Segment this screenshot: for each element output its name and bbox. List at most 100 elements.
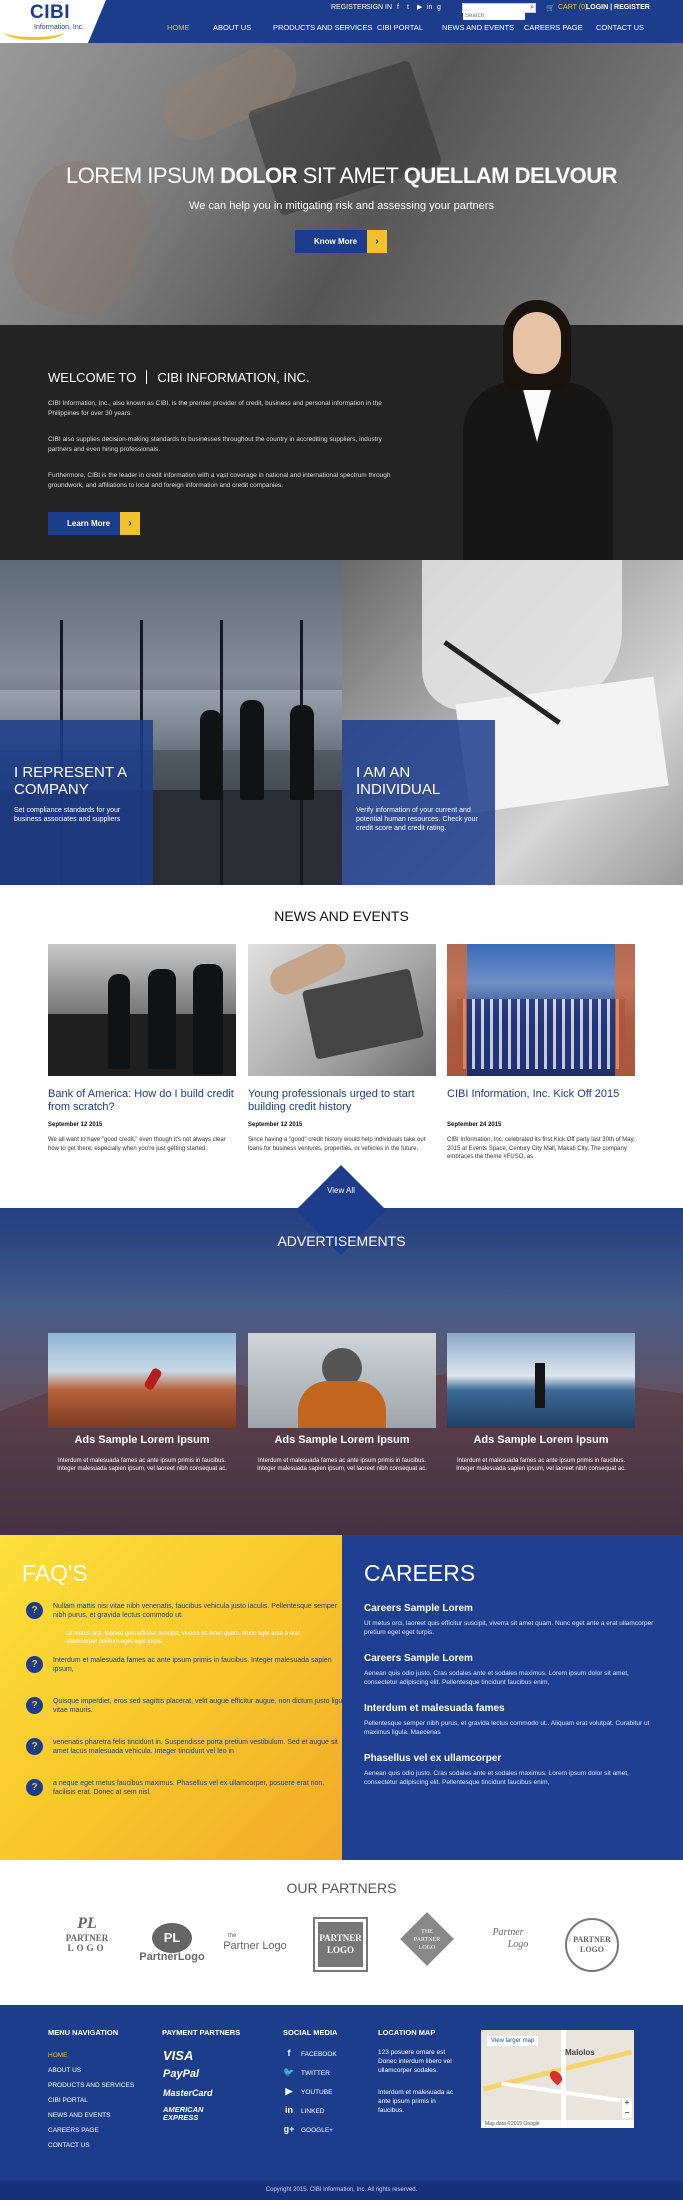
title-separator [146,370,148,384]
careers-title: CAREERS [364,1560,476,1586]
footer-facebook[interactable]: f FACEBOOK [283,2048,337,2058]
partner-logo-5[interactable]: THE PARTNER LOGO [396,1912,456,1975]
partner-logo-text: LOGO [326,1945,354,1955]
welcome-title: WELCOME TO CIBI INFORMATION, INC. [48,370,310,385]
amex-logo: AMERICAN EXPRESS [163,2105,204,2122]
faq-question: Interdum et malesuada fames ac ante ipsu… [53,1657,332,1673]
view-larger-map-link[interactable]: View larger map [487,2036,539,2046]
news-title-3[interactable]: CIBI Information, Inc. Kick Off 2015 [447,1088,647,1101]
photo-silhouette [148,969,176,1069]
partner-logo-7[interactable]: PARTNER LOGO [565,1918,619,1972]
cart-icon[interactable]: 🛒 [546,4,555,12]
nav-about[interactable]: ABOUT US [213,23,251,32]
career-item[interactable]: Careers Sample Lorem Aenean quis odio ju… [364,1653,664,1687]
search-input[interactable] [463,12,525,20]
nav-home[interactable]: HOME [167,23,190,32]
question-icon: ? [26,1779,43,1796]
footer-googleplus[interactable]: g+ GOOGLE+ [283,2124,333,2134]
footer-linkedin[interactable]: in LINKED [283,2105,324,2115]
location-map[interactable]: View larger map Malolos + − Map data ©201… [481,2030,634,2128]
news-image-2[interactable] [248,944,436,1076]
photo-banner [447,944,467,1076]
footer-address-2: Interdum et malesuada ac ante ipsum prim… [378,2089,454,2114]
register-link[interactable]: REGISTER [331,4,367,11]
partner-logo-text: Partner Logo [223,1940,287,1952]
paypal-logo: PayPal [163,2068,200,2080]
faq-question: Nullam mattis nisi vitae nibh venenatis,… [53,1603,338,1619]
twitter-icon[interactable]: t [407,4,414,11]
footer-link-about[interactable]: ABOUT US [48,2063,134,2078]
footer-location-title: LOCATION MAP [378,2028,436,2037]
partner-logo-small: the [228,1933,237,1939]
footer-link-portal[interactable]: CIBI PORTAL [48,2093,134,2108]
nav-portal[interactable]: CIBI PORTAL [377,23,423,32]
career-item[interactable]: Careers Sample Lorem Ut metus orci, laor… [364,1603,664,1637]
ad-title-2[interactable]: Ads Sample Lorem Ipsum [248,1434,436,1446]
ad-title-3[interactable]: Ads Sample Lorem Ipsum [447,1434,635,1446]
partner-logo-3[interactable]: the Partner Logo [220,1915,290,1975]
ad-image-1[interactable] [48,1333,236,1428]
partner-logo-4[interactable]: PARTNER LOGO [313,1917,368,1972]
partner-logo-text: THE [421,1929,433,1935]
nav-news[interactable]: NEWS AND EVENTS [442,23,514,32]
nav-careers[interactable]: CAREERS PAGE [524,23,583,32]
googleplus-icon[interactable]: g [437,4,444,11]
faq-question: a neque eget metus faucibus maximus. Pha… [53,1780,325,1796]
cart-link[interactable]: CART (0) [558,4,587,11]
youtube-icon[interactable]: ▶ [417,4,424,11]
login-register-link[interactable]: LOGIN | REGISTER [586,4,650,11]
faq-answer: Ut metus orci, laoreet quis efficitur su… [66,1631,300,1645]
news-title-2[interactable]: Young professionals urged to start build… [248,1088,438,1114]
individual-box[interactable]: I AM AN INDIVIDUAL Verify information of… [342,720,495,885]
facebook-icon[interactable]: f [397,4,404,11]
footer-youtube[interactable]: ▶ YOUTUBE [283,2086,333,2097]
view-all-link[interactable]: View All [296,1186,386,1195]
ad-image-3[interactable] [447,1333,635,1428]
visa-logo: VISA [163,2048,194,2063]
ad-image-2[interactable] [248,1333,436,1428]
nav-contact[interactable]: CONTACT US [596,23,644,32]
career-item[interactable]: Interdum et malesuada fames Pellentesque… [364,1703,664,1737]
welcome-title-a: WELCOME TO [48,370,137,385]
know-more-button[interactable]: Know More › [295,230,387,253]
partner-logo-text: PARTNER [413,1937,441,1943]
news-image-1[interactable] [48,944,236,1076]
footer-link-products[interactable]: PRODUCTS AND SERVICES [48,2078,134,2093]
news-title-1[interactable]: Bank of America: How do I build credit f… [48,1088,238,1114]
partner-logo-1[interactable]: PL PARTNER LOGO [52,1915,122,1975]
advertisements-title: ADVERTISEMENTS [277,1233,406,1249]
footer-payment-title: PAYMENT PARTNERS [162,2028,241,2037]
map-zoom-controls[interactable]: + − [622,2098,632,2118]
footer-link-news[interactable]: NEWS AND EVENTS [48,2108,134,2123]
photo-silhouette [193,964,223,1074]
welcome-paragraph-2: CIBI also supplies decision-making stand… [48,436,382,453]
footer-twitter[interactable]: 🐦 TWITTER [283,2067,330,2078]
footer-link-home[interactable]: HOME [48,2048,134,2063]
hero-title: LOREM IPSUM DOLOR SIT AMET QUELLAM DELVO… [0,163,683,189]
partner-logo-6[interactable]: Partner Logo [478,1915,538,1975]
footer-link-careers[interactable]: CAREERS PAGE [48,2123,134,2138]
company-box[interactable]: I REPRESENT A COMPANY Set compliance sta… [0,720,153,885]
copyright: Copyright 2015. CIBI Information, Inc. A… [0,2181,683,2200]
search-icon[interactable]: ⌕ [530,4,534,12]
logo-text: CIBI [30,2,70,23]
map-footer: Map data ©2015 Google [481,2120,634,2128]
company-text: Set compliance standards for your busine… [14,807,121,823]
hero-subtitle: We can help you in mitigating risk and a… [189,200,494,212]
individual-title: I AM AN INDIVIDUAL [356,764,441,798]
news-image-3[interactable] [447,944,635,1076]
partner-logo-text: Logo [507,1939,529,1950]
signin-link[interactable]: SIGN IN [366,4,392,11]
partner-logo-text: PartnerLogo [139,1951,205,1963]
learn-more-button[interactable]: Learn More › [48,512,140,535]
career-item[interactable]: Phasellus vel ex ullamcorper Aenean quis… [364,1753,664,1787]
linkedin-icon[interactable]: in [427,4,434,11]
partner-logo-2[interactable]: PL PartnerLogo [130,1915,214,1975]
ad-title-1[interactable]: Ads Sample Lorem Ipsum [48,1434,236,1446]
learn-more-label: Learn More [67,519,111,528]
partner-logo-text: LOGO [579,1945,604,1954]
nav-products[interactable]: PRODUCTS AND SERVICES [273,23,372,32]
footer-link-contact[interactable]: CONTACT US [48,2138,134,2153]
footer-menu: HOME ABOUT US PRODUCTS AND SERVICES CIBI… [48,2048,134,2153]
question-icon: ? [26,1738,43,1755]
